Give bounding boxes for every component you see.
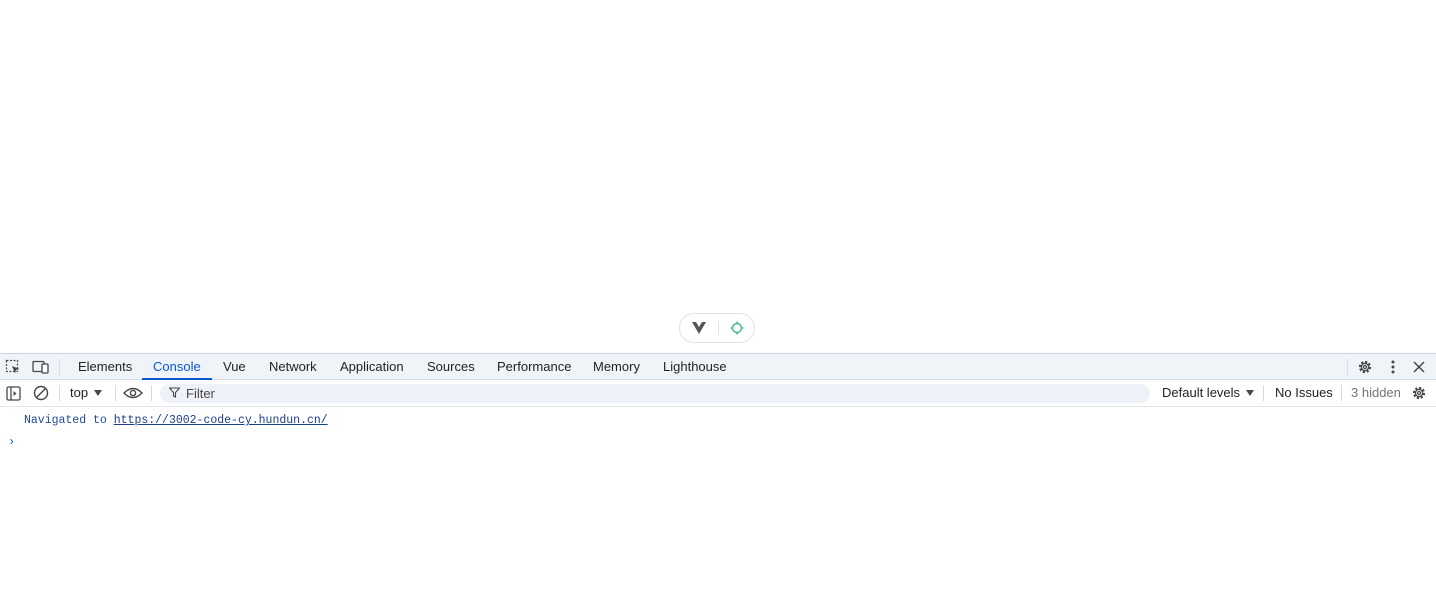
console-settings-icon[interactable] <box>1410 384 1428 402</box>
issues-button[interactable]: No Issues <box>1275 380 1333 406</box>
device-toolbar-icon[interactable] <box>32 358 50 376</box>
pill-divider <box>717 321 719 335</box>
filter-input[interactable] <box>186 386 1126 401</box>
tab-sources[interactable]: Sources <box>416 354 486 380</box>
filter-field[interactable] <box>160 384 1150 403</box>
context-select-value: top <box>70 385 89 400</box>
navigated-url-link[interactable]: https://3002-code-cy.hundun.cn/ <box>114 414 328 427</box>
toolbar-divider-3 <box>151 385 152 401</box>
vue-logo-icon[interactable] <box>692 322 706 334</box>
toolbar-divider-2 <box>115 385 116 401</box>
tab-console[interactable]: Console <box>142 354 212 380</box>
live-expression-eye-icon[interactable] <box>123 384 143 402</box>
console-output: Navigated to https://3002-code-cy.hundun… <box>0 408 1436 615</box>
tab-elements[interactable]: Elements <box>67 354 143 380</box>
message-prefix: Navigated to <box>24 414 107 427</box>
log-levels-label: Default levels <box>1162 385 1241 400</box>
console-toolbar: top Default levels No Issues 3 hidden <box>0 380 1436 407</box>
tab-network[interactable]: Network <box>258 354 328 380</box>
tabbar-right-divider <box>1347 359 1348 375</box>
console-prompt-chevron[interactable]: › <box>8 435 15 449</box>
page-content-area <box>0 0 1436 353</box>
target-icon[interactable] <box>730 321 744 335</box>
tab-performance[interactable]: Performance <box>486 354 582 380</box>
settings-icon[interactable] <box>1356 358 1374 376</box>
chevron-down-icon <box>94 390 103 396</box>
tab-lighthouse[interactable]: Lighthouse <box>652 354 738 380</box>
sidebar-toggle-icon[interactable] <box>4 384 22 402</box>
chevron-down-icon <box>1246 390 1255 396</box>
toolbar-divider-5 <box>1341 385 1342 401</box>
vue-devtools-pill[interactable] <box>679 313 755 343</box>
close-icon[interactable] <box>1410 358 1428 376</box>
tab-vue[interactable]: Vue <box>212 354 257 380</box>
console-message: Navigated to https://3002-code-cy.hundun… <box>24 414 328 427</box>
devtools-tabbar: Elements Console Vue Network Application… <box>0 354 1436 380</box>
more-vertical-icon[interactable] <box>1384 358 1402 376</box>
toolbar-divider-4 <box>1263 385 1264 401</box>
tab-application[interactable]: Application <box>329 354 415 380</box>
inspect-element-icon[interactable] <box>4 358 22 376</box>
toolbar-divider <box>59 385 60 401</box>
context-select[interactable]: top <box>70 380 103 406</box>
tab-memory[interactable]: Memory <box>582 354 651 380</box>
log-levels-dropdown[interactable]: Default levels <box>1162 380 1255 406</box>
filter-funnel-icon <box>168 385 181 403</box>
tabbar-divider <box>59 359 60 375</box>
clear-console-icon[interactable] <box>32 384 50 402</box>
hidden-messages-count: 3 hidden <box>1351 385 1401 400</box>
devtools-panel: Elements Console Vue Network Application… <box>0 353 1436 615</box>
